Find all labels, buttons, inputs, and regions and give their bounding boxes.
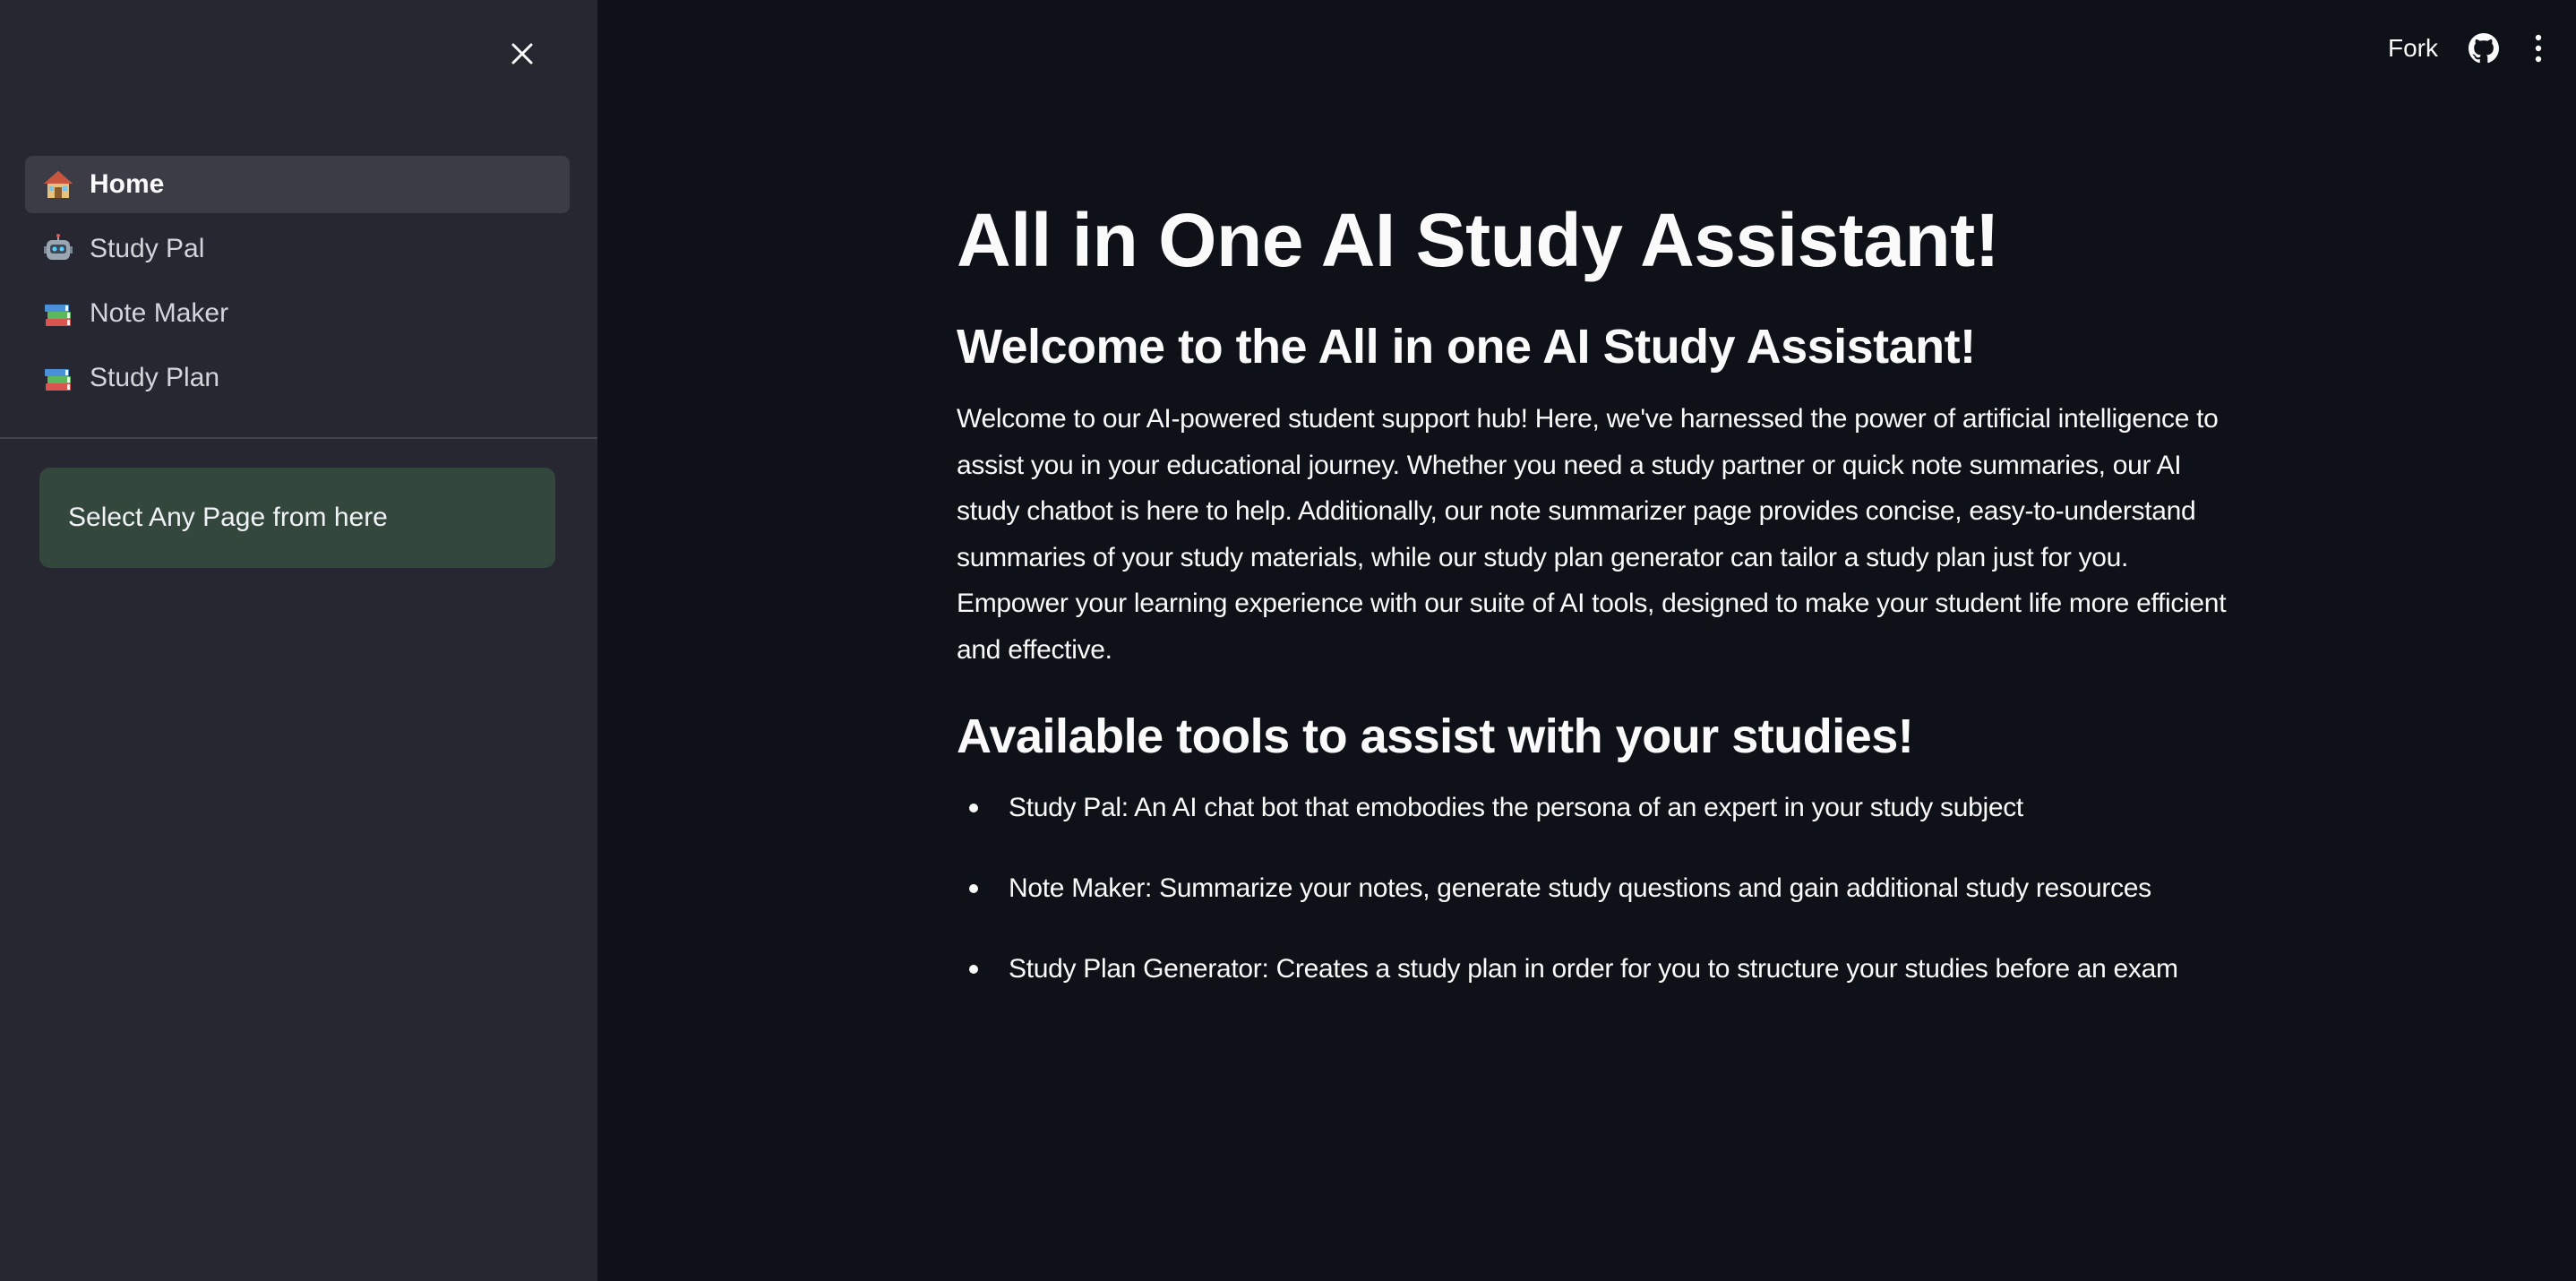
sidebar-info-box: Select Any Page from here — [39, 468, 555, 568]
list-item: Note Maker: Summarize your notes, genera… — [957, 870, 2228, 907]
tools-heading: Available tools to assist with your stud… — [957, 709, 1914, 763]
sidebar-nav: Home Study Pal Note Maker Study Plan — [25, 156, 570, 414]
main-content: All in One AI Study Assistant! Welcome t… — [957, 188, 2228, 1031]
sidebar-item-label: Study Pal — [90, 234, 205, 263]
close-sidebar-button[interactable] — [502, 34, 542, 73]
bullet — [969, 884, 978, 893]
sidebar-item-study-pal[interactable]: Study Pal — [25, 220, 570, 278]
fork-button[interactable]: Fork — [2388, 34, 2438, 63]
tool-description: Study Pal: An AI chat bot that emobodies… — [1009, 793, 2023, 822]
welcome-heading: Welcome to the All in one AI Study Assis… — [957, 320, 1976, 374]
sidebar-item-study-plan[interactable]: Study Plan — [25, 349, 570, 407]
house-icon — [41, 168, 75, 202]
tool-description: Note Maker: Summarize your notes, genera… — [1009, 873, 2151, 903]
books-icon — [41, 361, 75, 395]
page-title: All in One AI Study Assistant! — [957, 198, 2000, 282]
list-item: Study Plan Generator: Creates a study pl… — [957, 950, 2228, 988]
app-window: Home Study Pal Note Maker Study Plan Sel… — [0, 0, 2576, 1281]
toolbar: Fork — [2388, 21, 2546, 75]
sidebar-item-label: Note Maker — [90, 298, 229, 328]
list-item: Study Pal: An AI chat bot that emobodies… — [957, 789, 2228, 827]
robot-icon — [41, 232, 75, 266]
sidebar-item-label: Home — [90, 169, 165, 199]
sidebar-divider — [0, 437, 597, 439]
sidebar: Home Study Pal Note Maker Study Plan Sel… — [0, 0, 597, 1281]
bullet — [969, 965, 978, 974]
tool-description: Study Plan Generator: Creates a study pl… — [1009, 954, 2178, 984]
github-icon[interactable] — [2469, 33, 2499, 64]
sidebar-item-note-maker[interactable]: Note Maker — [25, 285, 570, 342]
sidebar-info-text: Select Any Page from here — [68, 503, 388, 532]
vertical-dots-icon[interactable] — [2531, 33, 2546, 64]
close-icon — [511, 43, 533, 64]
sidebar-item-label: Study Plan — [90, 363, 220, 392]
sidebar-item-home[interactable]: Home — [25, 156, 570, 213]
bullet — [969, 804, 978, 812]
books-icon — [41, 297, 75, 331]
tools-list: Study Pal: An AI chat bot that emobodies… — [957, 789, 2228, 988]
intro-paragraph: Welcome to our AI-powered student suppor… — [957, 404, 2227, 665]
